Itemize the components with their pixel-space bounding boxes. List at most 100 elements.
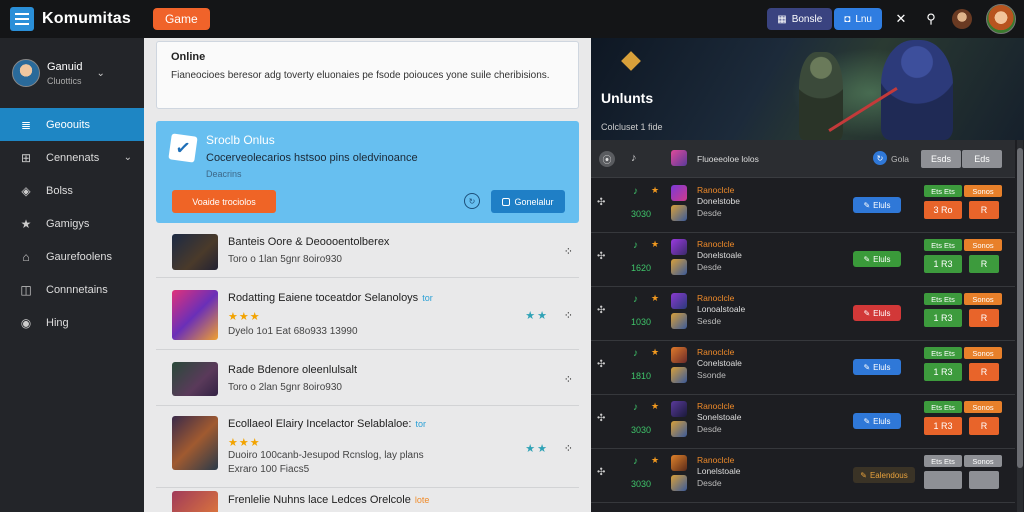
scrollbar[interactable]	[1017, 140, 1023, 512]
mini-badge-1[interactable]: Ets Ets	[924, 401, 962, 413]
status-button[interactable]: ✎ Eluls	[853, 197, 901, 213]
row-title[interactable]: Ranoclcle	[697, 293, 734, 303]
list-item[interactable]: Ecollaeol Elairy Incelactor Selablaloe: t…	[156, 410, 579, 488]
action-button-2[interactable]: R	[969, 255, 999, 273]
sidebar-item-4[interactable]: ⌂ Gaurefoolens	[0, 240, 144, 273]
row-detail: Desde	[697, 262, 722, 272]
user-avatar-small[interactable]	[952, 9, 972, 29]
sidebar-item-label: Connnetains	[46, 283, 108, 296]
user-avatar[interactable]	[986, 4, 1016, 34]
game-badge[interactable]: Game	[152, 8, 210, 30]
list-item[interactable]: Rade Bdenore oleenlulsalt Toro o 2lan 5gn…	[156, 354, 579, 406]
action-button-2[interactable]: R	[969, 309, 999, 327]
tool-icon[interactable]: ✣	[597, 413, 605, 424]
action-button-2[interactable]: R	[969, 363, 999, 381]
action-button-1[interactable]: 1 R3	[924, 363, 962, 381]
mini-badge-1[interactable]: Ets Ets	[924, 455, 962, 467]
thumbnail[interactable]	[172, 491, 218, 512]
mini-badge-2[interactable]: Sonos	[964, 185, 1002, 197]
tool-icon[interactable]: ✣	[597, 467, 605, 478]
list-item[interactable]: Frenlelie Nuhns lace Ledces Orelcole lote	[156, 490, 579, 512]
status-button[interactable]: ✎ Ealendous	[853, 467, 915, 483]
search-icon[interactable]: ⚲	[920, 8, 942, 30]
tools-icon[interactable]: ✕	[890, 8, 912, 30]
list-item[interactable]: Banteis Oore & Deoooentolberex Toro o 1la…	[156, 226, 579, 278]
status-button[interactable]: ✎ Eluls	[853, 359, 901, 375]
feed-item-title[interactable]: Banteis Oore & Deoooentolberex	[228, 236, 389, 248]
sidebar-item-1[interactable]: ⊞ Cennenats ⌄	[0, 141, 144, 174]
thumbnail[interactable]	[172, 290, 218, 340]
more-options-icon[interactable]: ⁘	[564, 373, 573, 386]
more-options-icon[interactable]: ⁘	[564, 309, 573, 322]
menu-icon[interactable]	[10, 7, 34, 31]
home-icon: ⌂	[22, 249, 30, 264]
chevron-down-icon[interactable]: ⌄	[96, 68, 104, 79]
thumbnail[interactable]	[172, 416, 218, 470]
header-button-1[interactable]: Esds	[921, 150, 961, 168]
thumbnail[interactable]	[172, 362, 218, 396]
action-button-1[interactable]: 1 R3	[924, 255, 962, 273]
chevron-down-icon[interactable]: ⌄	[124, 152, 132, 163]
row-title[interactable]: Ranoclcle	[697, 455, 734, 465]
mini-badge-2[interactable]: Sonos	[964, 401, 1002, 413]
row-title[interactable]: Ranoclcle	[697, 401, 734, 411]
mini-badge-1[interactable]: Ets Ets	[924, 185, 962, 197]
header-button-2[interactable]: Eds	[962, 150, 1002, 168]
action-button-1[interactable]	[924, 471, 962, 489]
mini-badge-2[interactable]: Sonos	[964, 455, 1002, 467]
table-row[interactable]: ✣ ♪ ★ 1810 Ranoclcle Conelstoale Ssonde ✎ Eluls E…	[591, 341, 1015, 395]
table-row[interactable]: ✣ ♪ ★ 3030 Ranoclcle Sonelstoale Desde ✎ Eluls Et…	[591, 395, 1015, 449]
mini-badge-2[interactable]: Sonos	[964, 239, 1002, 251]
tool-icon[interactable]: ✣	[597, 197, 605, 208]
tool-icon[interactable]: ✣	[597, 251, 605, 262]
refresh-icon[interactable]: ↻	[464, 193, 480, 209]
sound-icon: ♪	[633, 402, 638, 413]
mini-badge-2[interactable]: Sonos	[964, 293, 1002, 305]
sidebar-item-6[interactable]: ◉ Hing	[0, 306, 144, 339]
row-title[interactable]: Ranoclcle	[697, 239, 734, 249]
table-row[interactable]: ✣ ♪ ★ 3030 Ranoclcle Donelstobe Desde ✎ Eluls Ets…	[591, 179, 1015, 233]
tool-icon[interactable]: ✣	[597, 305, 605, 316]
profile[interactable]: Ganuid Cluottics ⌄	[0, 38, 144, 108]
feed-item-title[interactable]: Rodatting Eaiene toceatdor Selanoloys tor	[228, 292, 433, 304]
feed-item-title[interactable]: Ecollaeol Elairy Incelactor Selablaloe: t…	[228, 418, 426, 430]
sidebar-item-2[interactable]: ◈ Bolss	[0, 174, 144, 207]
feed-item-title[interactable]: Frenlelie Nuhns lace Ledces Orelcole lote	[228, 494, 429, 506]
more-options-icon[interactable]: ⁘	[564, 442, 573, 455]
top-button-1[interactable]: ▦ Bonsle	[767, 8, 833, 30]
row-subtitle: Conelstoale	[697, 358, 742, 368]
secondary-action-button[interactable]: Gonelalur	[491, 190, 565, 213]
action-button-1[interactable]: 1 R3	[924, 417, 962, 435]
thumbnail[interactable]	[172, 234, 218, 270]
sidebar-item-5[interactable]: ◫ Connnetains	[0, 273, 144, 306]
top-button-2[interactable]: ◘ Lnu	[834, 8, 882, 30]
table-row[interactable]: ✣ ♪ ★ 1030 Ranoclcle Lonoalstoale Sesde ✎ Eluls E…	[591, 287, 1015, 341]
mini-badge-1[interactable]: Ets Ets	[924, 239, 962, 251]
row-title[interactable]: Ranoclcle	[697, 185, 734, 195]
action-button-2[interactable]	[969, 471, 999, 489]
action-button-2[interactable]: R	[969, 201, 999, 219]
score-value: 3030	[631, 479, 652, 489]
action-button-1[interactable]: 1 R3	[924, 309, 962, 327]
action-button-2[interactable]: R	[969, 417, 999, 435]
primary-action-button[interactable]: Voaide trociolos	[172, 190, 276, 213]
filter-icon[interactable]: ⦿	[599, 151, 615, 167]
action-button-1[interactable]: 3 Ro	[924, 201, 962, 219]
status-button[interactable]: ✎ Eluls	[853, 305, 901, 321]
sound-icon[interactable]: ♪	[631, 152, 637, 164]
status-button[interactable]: ✎ Eluls	[853, 413, 901, 429]
more-options-icon[interactable]: ⁘	[564, 245, 573, 258]
mini-badge-2[interactable]: Sonos	[964, 347, 1002, 359]
feed-item-title[interactable]: Rade Bdenore oleenlulsalt	[228, 364, 357, 376]
tool-icon[interactable]: ✣	[597, 359, 605, 370]
mini-badge-1[interactable]: Ets Ets	[924, 293, 962, 305]
mini-badge-1[interactable]: Ets Ets	[924, 347, 962, 359]
sidebar-item-3[interactable]: ★ Gamigys	[0, 207, 144, 240]
status-button[interactable]: ✎ Eluls	[853, 251, 901, 267]
list-item[interactable]: Rodatting Eaiene toceatdor Selanoloys tor…	[156, 282, 579, 350]
scrollbar-thumb[interactable]	[1017, 148, 1023, 468]
row-title[interactable]: Ranoclcle	[697, 347, 734, 357]
table-row[interactable]: ✣ ♪ ★ 3030 Ranoclcle Lonelstoale Desde ✎ Ealendo…	[591, 449, 1015, 503]
table-row[interactable]: ✣ ♪ ★ 1620 Ranoclcle Donelstoale Desde ✎ Eluls Et…	[591, 233, 1015, 287]
sidebar-item-0[interactable]: ≣ Geoouits	[0, 108, 144, 141]
